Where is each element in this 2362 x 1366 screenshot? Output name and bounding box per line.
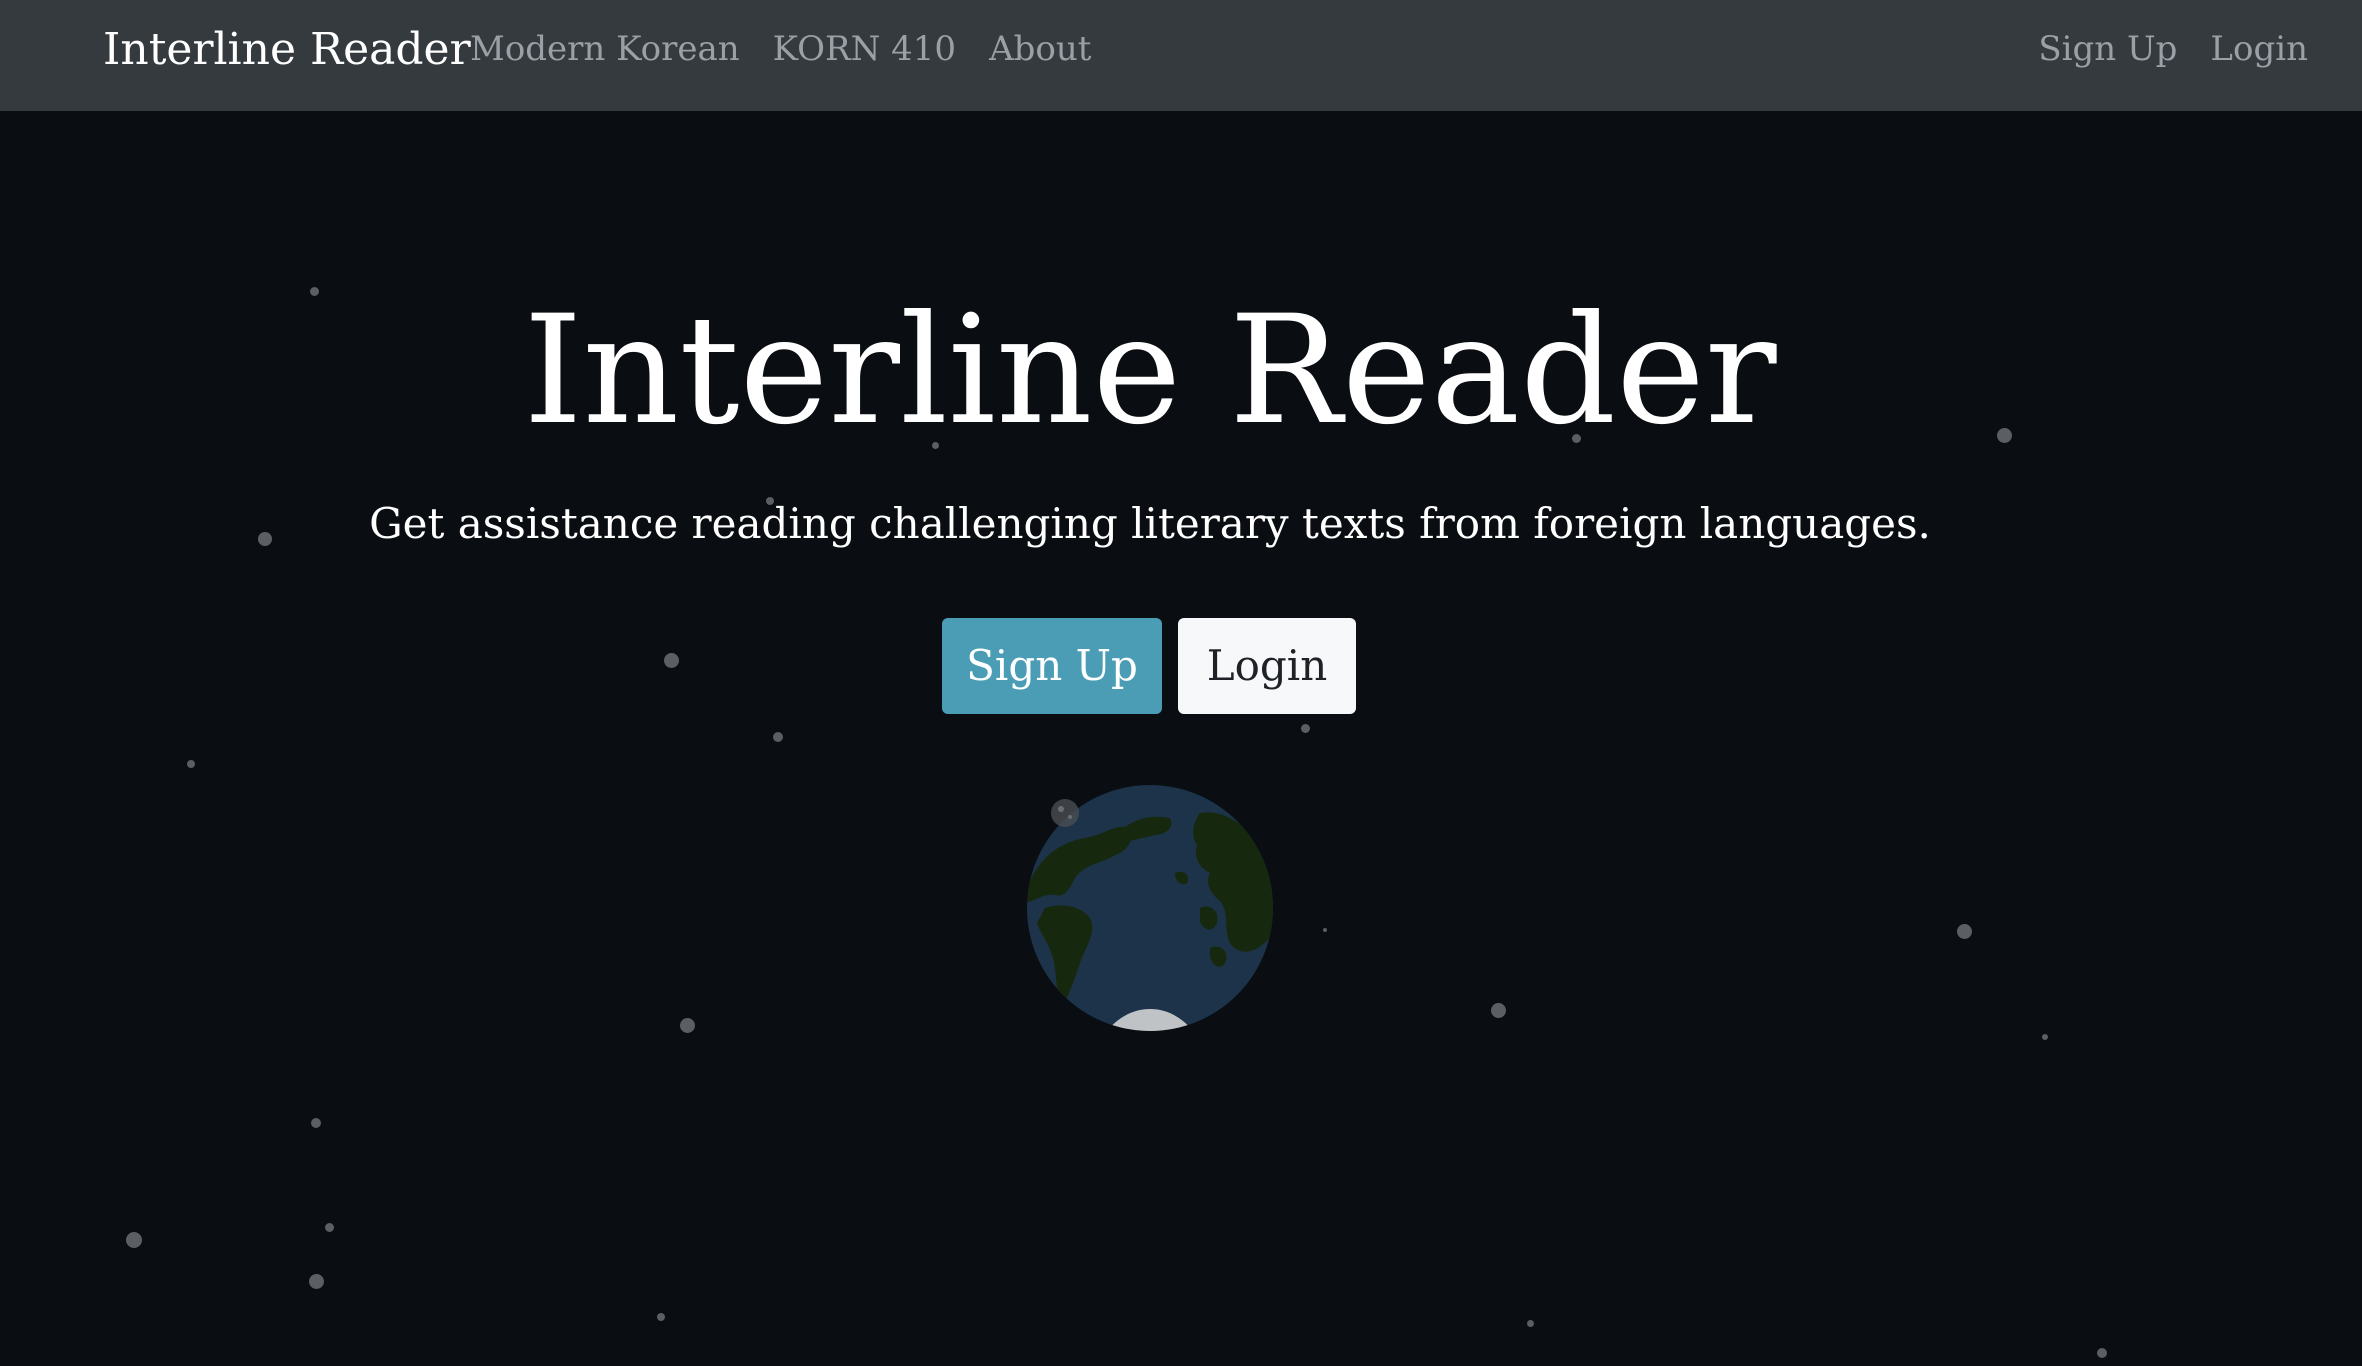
star-icon [1957,924,1972,939]
nav-link-korn-410[interactable]: KORN 410 [773,26,956,72]
top-navbar: Interline Reader Modern Korean KORN 410 … [0,0,2362,111]
signup-button[interactable]: Sign Up [942,618,1162,714]
star-icon [309,1274,324,1289]
hero-section: Interline Reader Get assistance reading … [0,111,2362,1366]
star-icon [187,760,195,768]
star-icon [680,1018,695,1033]
star-icon [773,732,783,742]
star-icon [311,1118,321,1128]
nav-link-about[interactable]: About [989,26,1091,72]
star-icon [325,1223,334,1232]
nav-signup-link[interactable]: Sign Up [2038,26,2177,72]
nav-link-modern-korean[interactable]: Modern Korean [470,26,740,72]
nav-auth-links: Sign Up Login [2038,26,2308,72]
hero-actions: Sign Up Login [942,618,1356,714]
brand-link[interactable]: Interline Reader [103,22,471,78]
earth-globe-svg [1027,785,1273,1031]
star-icon [2042,1034,2048,1040]
star-icon [664,653,679,668]
star-icon [1301,724,1310,733]
login-button[interactable]: Login [1178,618,1356,714]
earth-globe-icon [1025,783,1275,1033]
star-icon [1527,1320,1534,1327]
nav-links: Modern Korean KORN 410 About [470,26,1091,72]
star-icon [657,1313,665,1321]
star-icon [1491,1003,1506,1018]
hero-subtitle: Get assistance reading challenging liter… [369,499,1931,548]
star-icon [1323,928,1327,932]
nav-login-link[interactable]: Login [2210,26,2308,72]
hero-title: Interline Reader [523,284,1777,458]
star-icon [2097,1348,2107,1358]
star-icon [126,1232,142,1248]
